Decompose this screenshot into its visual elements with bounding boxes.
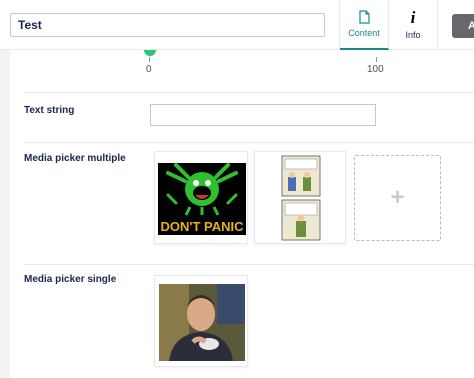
text-string-input[interactable] [150,104,376,126]
document-icon [358,10,370,24]
media-item-dont-panic[interactable]: DON'T PANIC [154,151,248,244]
property-label-media-single: Media picker single [24,274,117,285]
media-item-person-photo[interactable] [154,275,248,367]
tab-info[interactable]: i Info [389,0,438,50]
property-label-text-string: Text string [24,105,75,116]
add-media-button[interactable]: + [354,155,441,241]
comic-strip-image [281,155,321,241]
dont-panic-caption: DON'T PANIC [160,219,244,234]
slider-tick-label-max: 100 [367,64,384,75]
node-name-input[interactable] [10,13,325,37]
slider-tick-label-min: 0 [146,64,152,75]
info-icon: i [410,8,416,27]
dont-panic-image: DON'T PANIC [158,163,246,235]
tab-info-label: Info [405,30,421,40]
tab-content[interactable]: Content [340,0,389,50]
tab-content-label: Content [348,28,380,38]
actions-button[interactable]: Ac [452,14,474,38]
editor-tabs: Content i Info [339,0,438,50]
slider-thumb[interactable] [144,50,156,56]
property-label-media-multiple: Media picker multiple [24,153,126,164]
person-photo-image [159,284,245,361]
property-panel: 0 100 Text string Media picker multiple … [10,50,474,378]
plus-icon: + [390,184,405,211]
slider-tick-min [149,57,150,62]
row-divider [24,92,474,93]
row-divider [24,264,474,265]
media-item-comic-strip[interactable] [254,151,346,244]
row-divider [24,142,474,143]
content-header: Content i Info Ac [0,0,474,50]
slider-tick-max [376,57,377,62]
